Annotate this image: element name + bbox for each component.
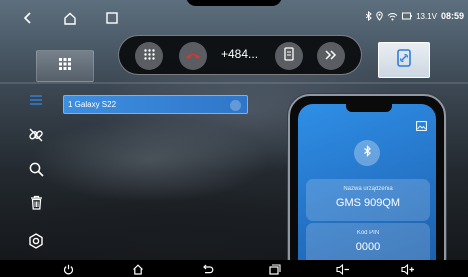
volume-down-icon[interactable] (336, 262, 350, 276)
forward-icon (325, 47, 337, 65)
bottom-control-bar (0, 260, 468, 277)
settings-icon[interactable] (27, 232, 45, 250)
device-name-card: Nazwa urządzenia GMS 909QM (306, 179, 430, 221)
phone-screen: Nazwa urządzenia GMS 909QM Kod PIN 0000 (298, 104, 436, 277)
phone-switch-icon (283, 46, 295, 66)
active-call-bar: +484... (118, 35, 362, 75)
grid-icon (59, 57, 71, 75)
back-arrow-icon[interactable] (201, 262, 215, 276)
dialpad-icon (143, 47, 155, 65)
phone-illustration: Nazwa urządzenia GMS 909QM Kod PIN 0000 (288, 94, 446, 277)
bluetooth-icon (365, 11, 372, 21)
voltage-readout: 13.1V (416, 11, 437, 21)
trash-icon[interactable] (27, 193, 45, 211)
recent-apps-icon[interactable] (268, 262, 282, 276)
status-bar: 13.1V 08:59 (365, 11, 464, 21)
list-icon[interactable] (27, 91, 45, 109)
home-outline-icon[interactable] (131, 262, 145, 276)
end-call-icon (185, 47, 201, 65)
tabs-divider (0, 82, 468, 84)
device-name-value: GMS 909QM (335, 197, 401, 209)
back-icon[interactable] (20, 10, 36, 26)
forward-button[interactable] (317, 42, 345, 70)
wifi-icon (387, 12, 398, 21)
bluetooth-badge (354, 140, 380, 166)
home-icon[interactable] (62, 10, 78, 26)
power-icon[interactable] (61, 262, 75, 276)
camera-cutout (186, 0, 282, 6)
phone-link-icon (397, 48, 411, 72)
pin-value: 0000 (355, 241, 381, 253)
head-unit-screen: 13.1V 08:59 +484... 1 Galaxy S22 Nazwa u… (0, 0, 468, 277)
phone-notch (346, 104, 392, 112)
pin-caption: Kod PIN (356, 230, 380, 236)
image-icon (416, 118, 427, 131)
device-name-label: 1 Galaxy S22 (68, 100, 117, 109)
volume-up-icon[interactable] (401, 262, 415, 276)
location-icon (376, 11, 383, 21)
unlink-icon[interactable] (27, 126, 45, 144)
connection-status-indicator (230, 100, 241, 111)
device-name-caption: Nazwa urządzenia (343, 186, 393, 192)
battery-icon (402, 12, 412, 20)
switch-to-phone-button[interactable] (275, 42, 303, 70)
clock: 08:59 (440, 11, 464, 21)
dialpad-button[interactable] (135, 42, 163, 70)
tab-apps[interactable] (36, 50, 94, 82)
search-icon[interactable] (27, 160, 45, 178)
bluetooth-icon (363, 144, 372, 162)
tab-phone-link[interactable] (378, 42, 430, 78)
pin-card: Kod PIN 0000 (306, 223, 430, 265)
call-number: +484... (221, 47, 259, 61)
end-call-button[interactable] (179, 42, 207, 70)
list-item[interactable]: 1 Galaxy S22 (63, 95, 248, 114)
recents-icon[interactable] (104, 10, 120, 26)
